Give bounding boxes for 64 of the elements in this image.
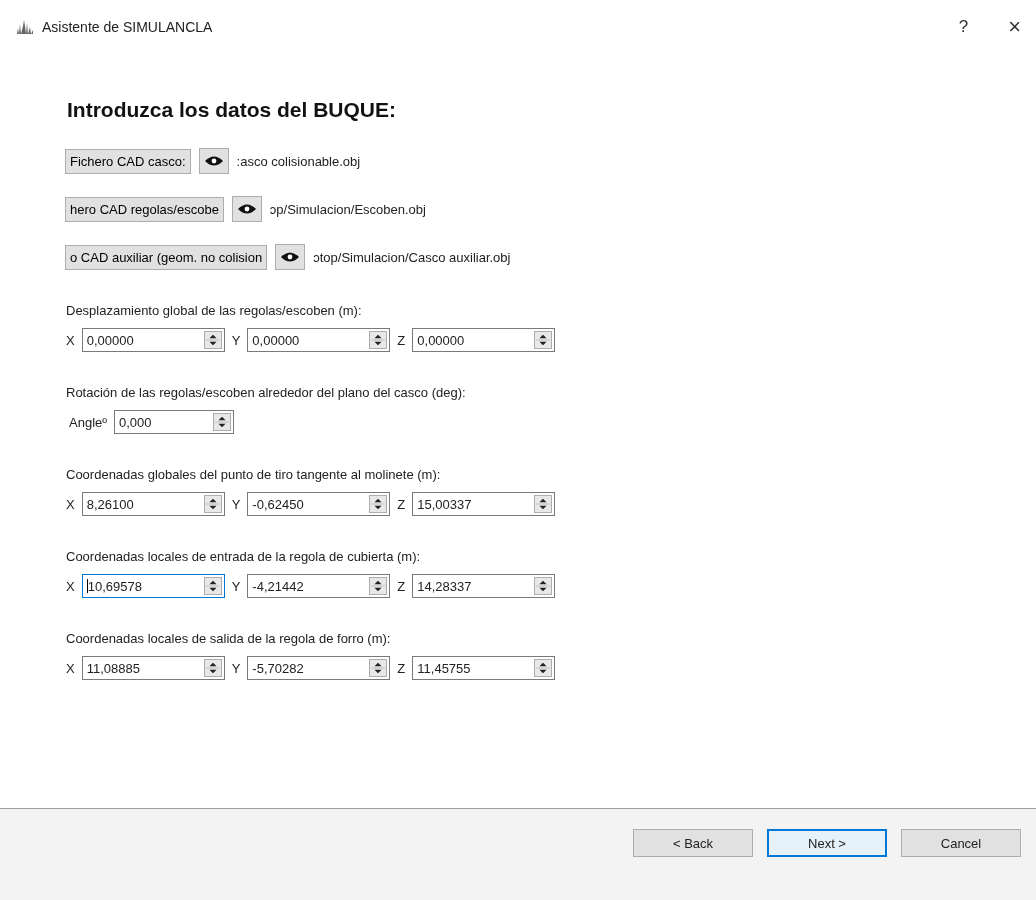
wizard-button[interactable]: < Back	[633, 829, 753, 857]
view-button[interactable]	[275, 244, 306, 270]
eye-icon	[203, 155, 224, 167]
file-path: ɔtop/Simulacion/Casco auxiliar.obj	[313, 249, 511, 265]
axis-label: X	[66, 660, 75, 676]
spin-box[interactable]: 11,08885	[81, 656, 225, 680]
spin-box[interactable]: 10,69578	[81, 574, 225, 598]
file-path: ɔp/Simulacion/Escoben.obj	[269, 201, 426, 217]
section-label: Desplazamiento global de las regolas/escoben (m):	[66, 303, 363, 318]
file-button[interactable]: hero CAD regolas/escobe	[65, 196, 224, 222]
window-title: Asistente de SIMULANCLA	[42, 19, 214, 35]
eye-icon	[280, 251, 301, 263]
section-label: Coordenadas globales del punto de tiro tangente al molinete (m):	[66, 467, 442, 482]
spin-arrows-icon[interactable]	[534, 495, 553, 513]
view-button[interactable]	[198, 148, 229, 174]
spin-box[interactable]: -0,62450	[247, 492, 391, 516]
spin-arrows-icon[interactable]	[534, 577, 553, 595]
spin-box[interactable]: -5,70282	[247, 656, 391, 680]
view-button[interactable]	[231, 196, 262, 222]
spin-box[interactable]: 8,26100	[81, 492, 225, 516]
spin-arrows-icon[interactable]	[203, 495, 222, 513]
wizard-button[interactable]: Next >	[767, 829, 887, 857]
axis-label: X	[66, 578, 75, 594]
spin-box[interactable]: 11,45755	[412, 656, 556, 680]
page-heading: Introduzca los datos del BUQUE:	[67, 98, 398, 122]
axis-label: Z	[397, 496, 406, 512]
close-button[interactable]: ×	[1008, 14, 1021, 40]
axis-label: Y	[231, 496, 241, 512]
section-label: Coordenadas locales de entrada de la regola de cubierta (m):	[66, 549, 422, 564]
axis-label: Z	[397, 332, 406, 348]
spin-arrows-icon[interactable]	[203, 331, 222, 349]
axis-label: Z	[397, 660, 406, 676]
axis-label: X	[66, 496, 75, 512]
help-button[interactable]: ?	[958, 17, 969, 37]
eye-icon	[236, 203, 257, 215]
axis-label: Angleº	[69, 414, 107, 430]
wizard-button[interactable]: Cancel	[901, 829, 1021, 857]
axis-label: Y	[231, 578, 241, 594]
spin-box[interactable]: 0,00000	[247, 328, 391, 352]
section-label: Coordenadas locales de salida de la regola de forro (m):	[66, 631, 392, 646]
spin-arrows-icon[interactable]	[534, 331, 553, 349]
spin-box[interactable]: 14,28337	[412, 574, 556, 598]
spin-arrows-icon[interactable]	[213, 413, 231, 431]
section-label: Rotación de las regolas/escoben alrededor del plano del casco (deg):	[66, 385, 467, 400]
app-icon	[17, 20, 33, 34]
spin-box[interactable]: 0,00000	[412, 328, 556, 352]
spin-arrows-icon[interactable]	[369, 495, 388, 513]
spin-box[interactable]: -4,21442	[247, 574, 391, 598]
spin-box[interactable]: 0,00000	[81, 328, 225, 352]
file-button[interactable]: Fichero CAD casco:	[65, 148, 191, 174]
spin-arrows-icon[interactable]	[203, 577, 222, 595]
spin-arrows-icon[interactable]	[203, 659, 222, 677]
axis-label: X	[66, 332, 75, 348]
spin-arrows-icon[interactable]	[369, 659, 388, 677]
file-path: :asco colisionable.obj	[236, 153, 361, 169]
spin-box[interactable]: 0,000	[114, 410, 234, 434]
spin-arrows-icon[interactable]	[534, 659, 553, 677]
axis-label: Y	[231, 332, 241, 348]
axis-label: Z	[397, 578, 406, 594]
spin-arrows-icon[interactable]	[369, 577, 388, 595]
file-button[interactable]: o CAD auxiliar (geom. no colision	[65, 244, 268, 270]
spin-box[interactable]: 15,00337	[412, 492, 556, 516]
axis-label: Y	[231, 660, 241, 676]
spin-arrows-icon[interactable]	[369, 331, 388, 349]
